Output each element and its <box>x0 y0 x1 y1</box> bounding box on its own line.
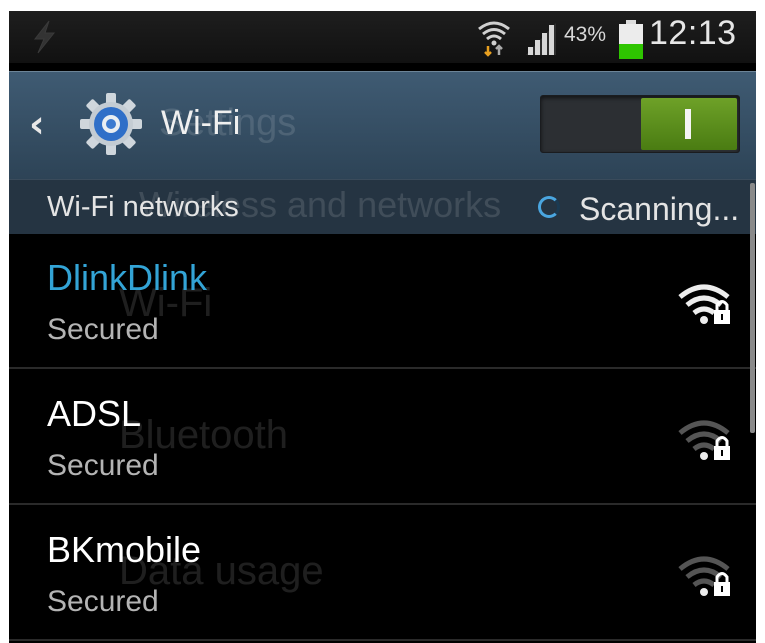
charging-icon <box>27 19 61 60</box>
android-screen: 43% 12:13 Settings ‹ Wi-Fi Wireless and … <box>9 11 756 643</box>
clock: 12:13 <box>649 14 737 52</box>
scanning-status: Scanning... <box>579 191 740 227</box>
network-item[interactable]: Bluetooth ADSL Secured <box>9 369 756 505</box>
battery-icon <box>618 20 644 65</box>
network-name: BKmobile <box>47 529 202 570</box>
gear-icon[interactable] <box>77 90 145 163</box>
network-name: DlinkDlink <box>47 257 208 298</box>
wifi-toggle-switch[interactable] <box>540 95 740 153</box>
wifi-locked-strong-icon <box>676 281 736 334</box>
chevron-left-icon[interactable]: ‹ <box>29 105 45 143</box>
action-bar: Settings ‹ Wi-Fi <box>9 71 756 180</box>
spinner-icon <box>538 196 560 218</box>
wifi-locked-weak-icon <box>676 553 736 606</box>
network-name: ADSL <box>47 393 142 434</box>
network-status: Secured <box>47 313 159 346</box>
section-header: Wireless and networks Wi-Fi networks Sca… <box>9 179 756 234</box>
network-status: Secured <box>47 585 159 618</box>
wifi-locked-weak-icon <box>676 417 736 470</box>
network-item[interactable]: Data usage BKmobile Secured <box>9 505 756 641</box>
wifi-transfer-icon <box>475 17 513 62</box>
status-bar: 43% 12:13 <box>9 11 756 63</box>
battery-percent: 43% <box>564 23 607 46</box>
network-item[interactable]: Wi-Fi DlinkDlink Secured <box>9 233 756 369</box>
network-status: Secured <box>47 449 159 482</box>
page-title: Wi-Fi <box>161 104 241 142</box>
switch-on-mark <box>685 109 691 139</box>
switch-knob <box>641 98 737 150</box>
scrollbar[interactable] <box>750 183 755 433</box>
section-title: Wi-Fi networks <box>47 191 239 223</box>
cell-signal-icon <box>522 21 562 60</box>
